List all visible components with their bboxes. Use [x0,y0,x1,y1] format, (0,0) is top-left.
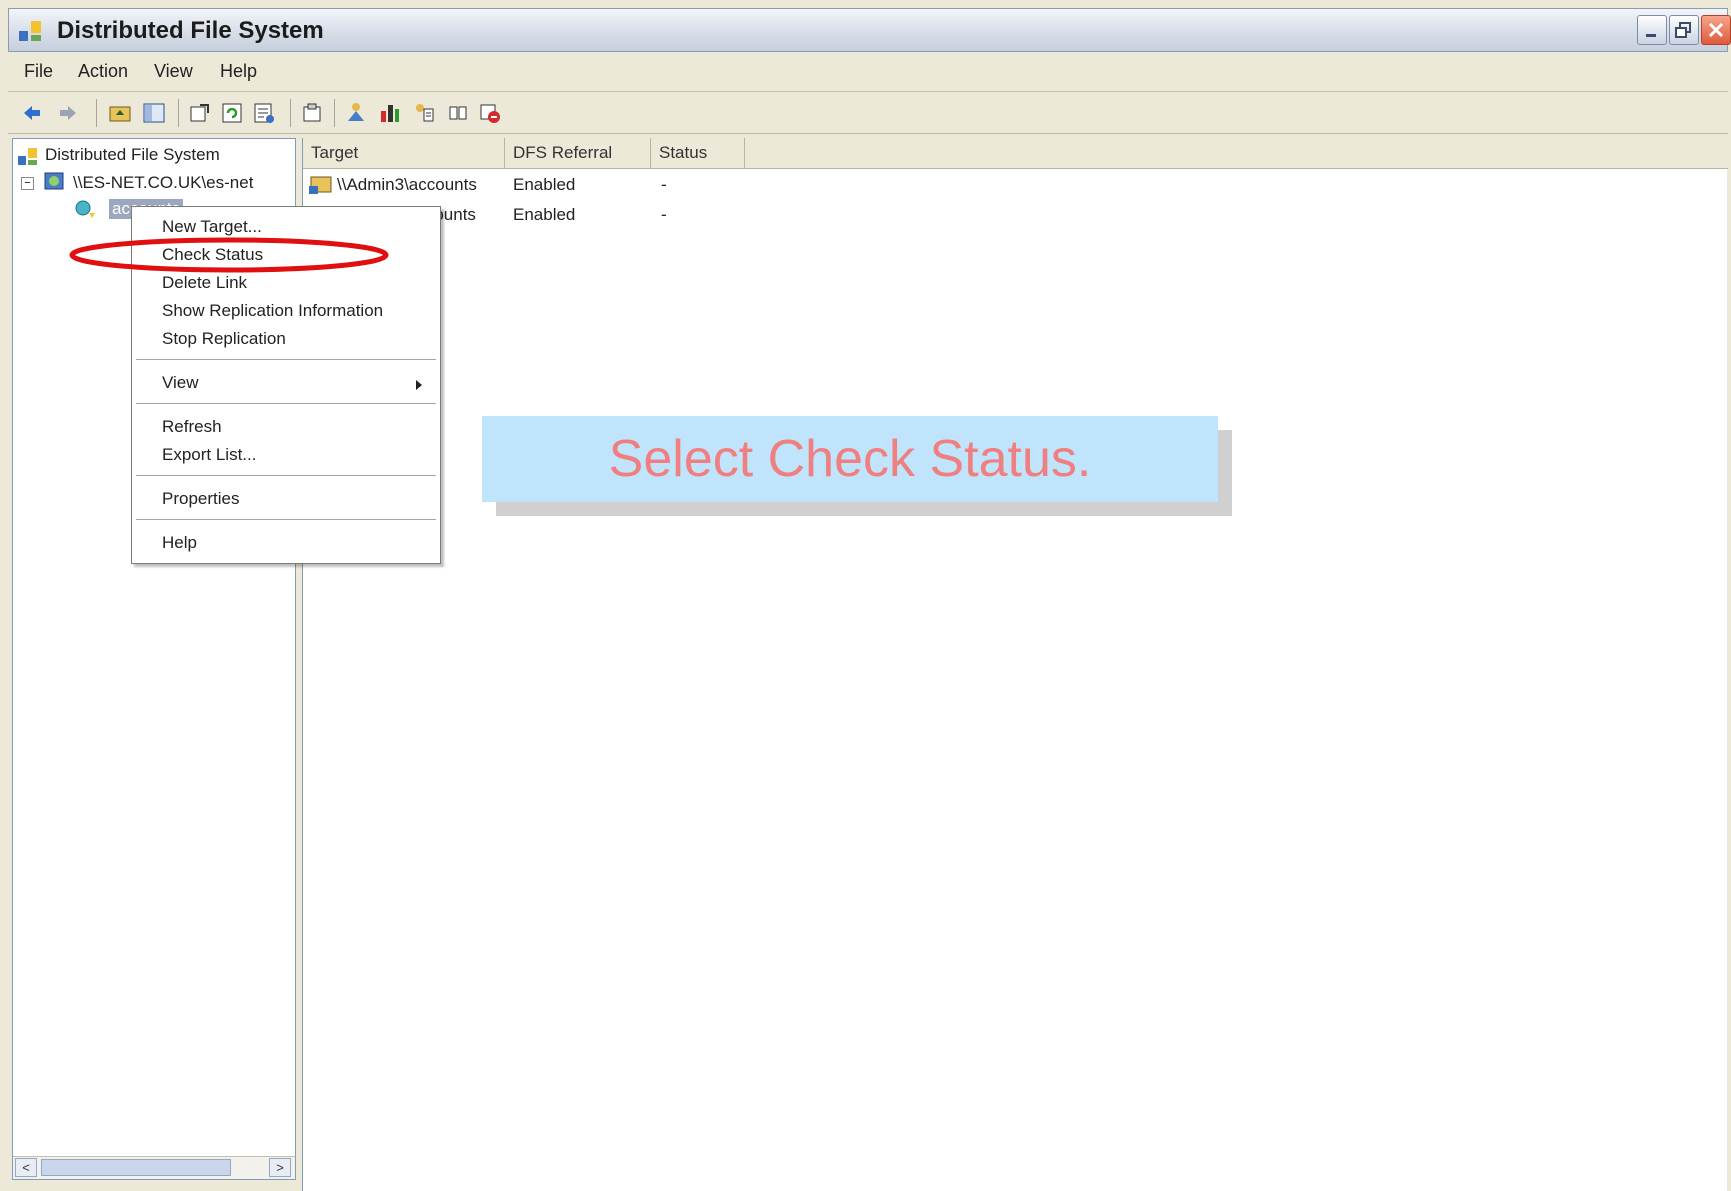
tree-root-label[interactable]: Distributed File System [45,145,220,165]
app-window: Distributed File System File Action View… [0,0,1731,1191]
menu-bar: File Action View Help [8,53,1728,92]
menu-properties[interactable]: Properties [162,489,239,509]
row-referral: Enabled [513,205,576,224]
row-referral: Enabled [513,175,576,194]
restore-button[interactable] [1669,15,1699,45]
menu-stop-replication[interactable]: Stop Replication [162,329,286,349]
menu-view[interactable]: View [154,61,193,82]
minimize-icon [1646,34,1656,37]
dfs-root-icon [18,148,37,165]
menu-separator [136,359,436,361]
menu-export-list[interactable]: Export List... [162,445,256,465]
restore-icon [1675,22,1691,38]
minimize-button[interactable] [1637,15,1667,45]
toolbar-separator [290,99,291,127]
highlight-ellipse [69,237,389,273]
up-folder-icon[interactable] [108,101,132,125]
remove-icon[interactable] [478,101,502,125]
menu-separator [136,403,436,405]
menu-separator [136,475,436,477]
tree-collapse-toggle[interactable]: − [21,177,34,190]
callout-text: Select Check Status. [608,430,1092,488]
new-link-icon[interactable] [412,101,436,125]
row-status: - [661,205,667,224]
link-icon [75,200,95,218]
column-target[interactable]: Target [303,138,505,168]
menu-action[interactable]: Action [78,61,128,82]
menu-new-target[interactable]: New Target... [162,217,262,237]
scroll-left-button[interactable]: < [15,1158,37,1177]
menu-file[interactable]: File [24,61,53,82]
close-icon [1708,22,1724,38]
properties-icon[interactable] [300,101,324,125]
row-status: - [661,175,667,194]
export-icon[interactable] [188,101,212,125]
new-root-icon[interactable] [344,101,368,125]
list-icon[interactable] [252,101,276,125]
list-pane: Target DFS Referral Status \\Admin3\acco… [302,138,1728,1191]
forward-icon[interactable] [56,101,80,125]
table-row[interactable]: \\Admin3\accounts Enabled - [303,172,1728,200]
window-title: Distributed File System [57,17,324,44]
instruction-callout: Select Check Status. [482,416,1218,502]
toolbar-separator [334,99,335,127]
toolbar-separator [96,99,97,127]
column-status[interactable]: Status [651,138,745,168]
menu-delete-link[interactable]: Delete Link [162,273,247,293]
list-header: Target DFS Referral Status [303,138,1728,169]
toolbar [8,93,1728,134]
submenu-arrow-icon [416,380,422,390]
table-row[interactable]: \\Backup\accounts Enabled - [303,202,1728,230]
scroll-thumb[interactable] [41,1159,231,1176]
back-icon[interactable] [20,101,44,125]
menu-help[interactable]: Help [220,61,257,82]
toolbar-separator [178,99,179,127]
share-target-icon [309,176,332,194]
chart-icon[interactable] [378,101,402,125]
menu-view[interactable]: View [162,373,199,393]
menu-separator [136,519,436,521]
tree-namespace-label[interactable]: \\ES-NET.CO.UK\es-net [73,173,253,193]
horizontal-scrollbar[interactable]: < > [13,1156,295,1179]
show-hide-tree-icon[interactable] [142,101,166,125]
scroll-right-button[interactable]: > [269,1158,291,1177]
row-target: \\Admin3\accounts [337,175,477,194]
menu-refresh[interactable]: Refresh [162,417,222,437]
title-bar: Distributed File System [8,8,1731,52]
menu-show-replication-information[interactable]: Show Replication Information [162,301,383,321]
namespace-icon [44,172,64,190]
close-button[interactable] [1701,15,1731,45]
column-dfs-referral[interactable]: DFS Referral [505,138,651,168]
check-status-icon[interactable] [446,101,470,125]
menu-help[interactable]: Help [162,533,197,553]
refresh-icon[interactable] [220,101,244,125]
dfs-app-icon [19,21,41,41]
